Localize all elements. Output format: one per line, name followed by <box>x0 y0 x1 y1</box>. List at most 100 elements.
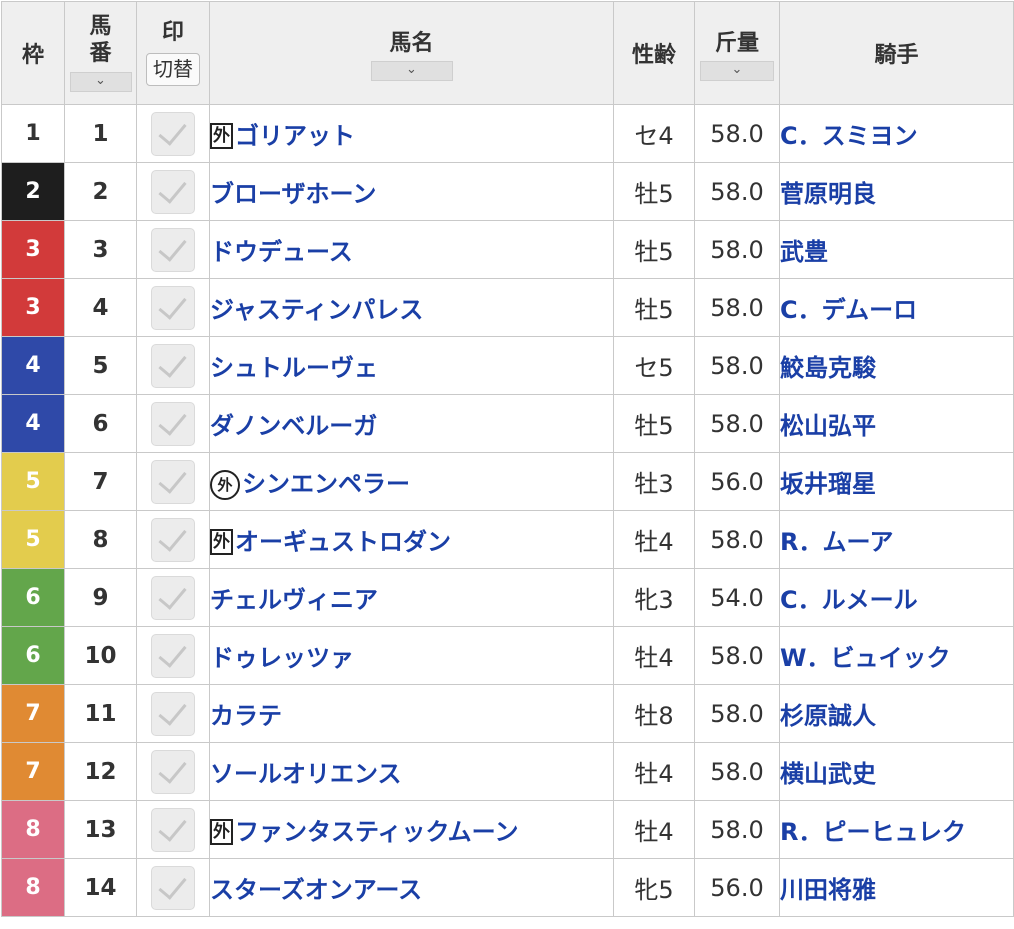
table-row: 6 9 チェルヴィニア 牝3 54.0 C．ルメール <box>1 568 1014 627</box>
weight-cell: 58.0 <box>694 162 780 221</box>
sex-age-cell: 牡4 <box>613 800 695 859</box>
horse-name-link[interactable]: ゴリアット <box>235 122 355 150</box>
horse-name-link[interactable]: ファンタスティックムーン <box>235 818 518 846</box>
jockey-cell[interactable]: 坂井瑠星 <box>779 452 1014 511</box>
jockey-link[interactable]: 横山武史 <box>780 760 876 788</box>
horse-name-cell[interactable]: ドゥレッツァ <box>209 626 614 685</box>
sex-age-cell: 牡5 <box>613 394 695 453</box>
jockey-link[interactable]: 松山弘平 <box>780 412 876 440</box>
jockey-cell[interactable]: 鮫島克駿 <box>779 336 1014 395</box>
jockey-cell[interactable]: 松山弘平 <box>779 394 1014 453</box>
mark-checkbox[interactable] <box>151 691 195 736</box>
jockey-link[interactable]: 鮫島克駿 <box>780 354 876 382</box>
umaban-cell: 14 <box>64 858 137 917</box>
mark-toggle-button[interactable]: 切替 <box>146 53 200 86</box>
jockey-cell[interactable]: R．ムーア <box>779 510 1014 569</box>
horse-name-link[interactable]: ソールオリエンス <box>210 760 402 788</box>
weight-cell: 58.0 <box>694 626 780 685</box>
mark-checkbox[interactable] <box>151 807 195 852</box>
jockey-link[interactable]: 川田将雅 <box>780 876 876 904</box>
horse-name-link[interactable]: シンエンペラー <box>242 470 410 498</box>
jockey-link[interactable]: C．ルメール <box>780 586 918 614</box>
jockey-cell[interactable]: 菅原明良 <box>779 162 1014 221</box>
col-header-sex-age: 性齢 <box>613 1 695 105</box>
horse-name-cell[interactable]: ソールオリエンス <box>209 742 614 801</box>
umaban-cell: 9 <box>64 568 137 627</box>
col-header-horse-name[interactable]: 馬名 ⌄ <box>209 1 614 105</box>
jockey-cell[interactable]: 武豊 <box>779 220 1014 279</box>
mark-checkbox[interactable] <box>151 865 195 910</box>
sex-age-cell: 牡4 <box>613 510 695 569</box>
horse-name-cell[interactable]: シュトルーヴェ <box>209 336 614 395</box>
horse-name-cell[interactable]: カラテ <box>209 684 614 743</box>
horse-name-cell[interactable]: チェルヴィニア <box>209 568 614 627</box>
horse-name-link[interactable]: オーギュストロダン <box>235 528 451 556</box>
mark-cell <box>136 568 210 627</box>
table-row: 5 8 外オーギュストロダン 牡4 58.0 R．ムーア <box>1 510 1014 569</box>
jockey-cell[interactable]: C．デムーロ <box>779 278 1014 337</box>
mark-label: 印 <box>161 20 184 46</box>
jockey-cell[interactable]: R．ピーヒュレク <box>779 800 1014 859</box>
jockey-link[interactable]: 菅原明良 <box>780 180 876 208</box>
horse-name-cell[interactable]: ドウデュース <box>209 220 614 279</box>
mark-cell <box>136 626 210 685</box>
horse-name-link[interactable]: ブローザホーン <box>210 180 376 208</box>
horse-name-cell[interactable]: 外ファンタスティックムーン <box>209 800 614 859</box>
horse-name-link[interactable]: カラテ <box>210 702 282 730</box>
col-header-umaban[interactable]: 馬 番 ⌄ <box>64 1 137 105</box>
horse-name-link[interactable]: ドウデュース <box>210 238 353 266</box>
jockey-cell[interactable]: C．ルメール <box>779 568 1014 627</box>
mark-checkbox[interactable] <box>151 575 195 620</box>
umaban-cell: 4 <box>64 278 137 337</box>
jockey-link[interactable]: C．デムーロ <box>780 296 917 324</box>
mark-checkbox[interactable] <box>151 401 195 446</box>
jockey-cell[interactable]: 川田将雅 <box>779 858 1014 917</box>
horse-name-label: 馬名 <box>389 31 434 56</box>
mark-checkbox[interactable] <box>151 111 195 156</box>
jockey-link[interactable]: 武豊 <box>780 238 828 266</box>
horse-name-cell[interactable]: ブローザホーン <box>209 162 614 221</box>
mark-checkbox[interactable] <box>151 517 195 562</box>
table-header-row: 枠 馬 番 ⌄ 印 切替 馬名 ⌄ 性齢 斤量 ⌄ 騎手 <box>1 1 1014 105</box>
horse-name-cell[interactable]: 外ゴリアット <box>209 104 614 163</box>
jockey-cell[interactable]: 横山武史 <box>779 742 1014 801</box>
jockey-link[interactable]: W．ビュイック <box>780 644 950 672</box>
mark-checkbox[interactable] <box>151 227 195 272</box>
mark-checkbox[interactable] <box>151 169 195 214</box>
jockey-link[interactable]: R．ムーア <box>780 528 894 556</box>
mark-checkbox[interactable] <box>151 285 195 330</box>
horse-name-link[interactable]: ドゥレッツァ <box>210 644 354 672</box>
horse-name-cell[interactable]: 外オーギュストロダン <box>209 510 614 569</box>
col-header-weight[interactable]: 斤量 ⌄ <box>694 1 780 105</box>
jockey-link[interactable]: 杉原誠人 <box>780 702 876 730</box>
horse-name-cell[interactable]: ジャスティンパレス <box>209 278 614 337</box>
mark-cell <box>136 452 210 511</box>
sort-horse-name-button[interactable]: ⌄ <box>370 61 453 81</box>
weight-label: 斤量 <box>714 31 759 56</box>
sort-weight-button[interactable]: ⌄ <box>700 61 774 81</box>
horse-name-link[interactable]: チェルヴィニア <box>210 586 378 614</box>
horse-name-cell[interactable]: ダノンベルーガ <box>209 394 614 453</box>
mark-checkbox[interactable] <box>151 633 195 678</box>
horse-name-link[interactable]: ダノンベルーガ <box>210 412 377 440</box>
jockey-cell[interactable]: W．ビュイック <box>779 626 1014 685</box>
jockey-link[interactable]: C．スミヨン <box>780 122 918 150</box>
jockey-cell[interactable]: 杉原誠人 <box>779 684 1014 743</box>
jockey-link[interactable]: R．ピーヒュレク <box>780 818 966 846</box>
jockey-link[interactable]: 坂井瑠星 <box>780 470 876 498</box>
horse-name-link[interactable]: ジャスティンパレス <box>210 296 423 324</box>
horse-name-cell[interactable]: 外シンエンペラー <box>209 452 614 511</box>
weight-cell: 58.0 <box>694 278 780 337</box>
jockey-cell[interactable]: C．スミヨン <box>779 104 1014 163</box>
mark-checkbox[interactable] <box>151 459 195 504</box>
mark-checkbox[interactable] <box>151 749 195 794</box>
umaban-label-2: 番 <box>89 41 112 66</box>
umaban-cell: 7 <box>64 452 137 511</box>
waku-cell: 8 <box>1 800 65 859</box>
horse-name-link[interactable]: スターズオンアース <box>210 876 422 904</box>
mark-checkbox[interactable] <box>151 343 195 388</box>
horse-name-cell[interactable]: スターズオンアース <box>209 858 614 917</box>
horse-name-link[interactable]: シュトルーヴェ <box>210 354 378 382</box>
sex-age-cell: セ4 <box>613 104 695 163</box>
sort-umaban-button[interactable]: ⌄ <box>69 71 132 92</box>
